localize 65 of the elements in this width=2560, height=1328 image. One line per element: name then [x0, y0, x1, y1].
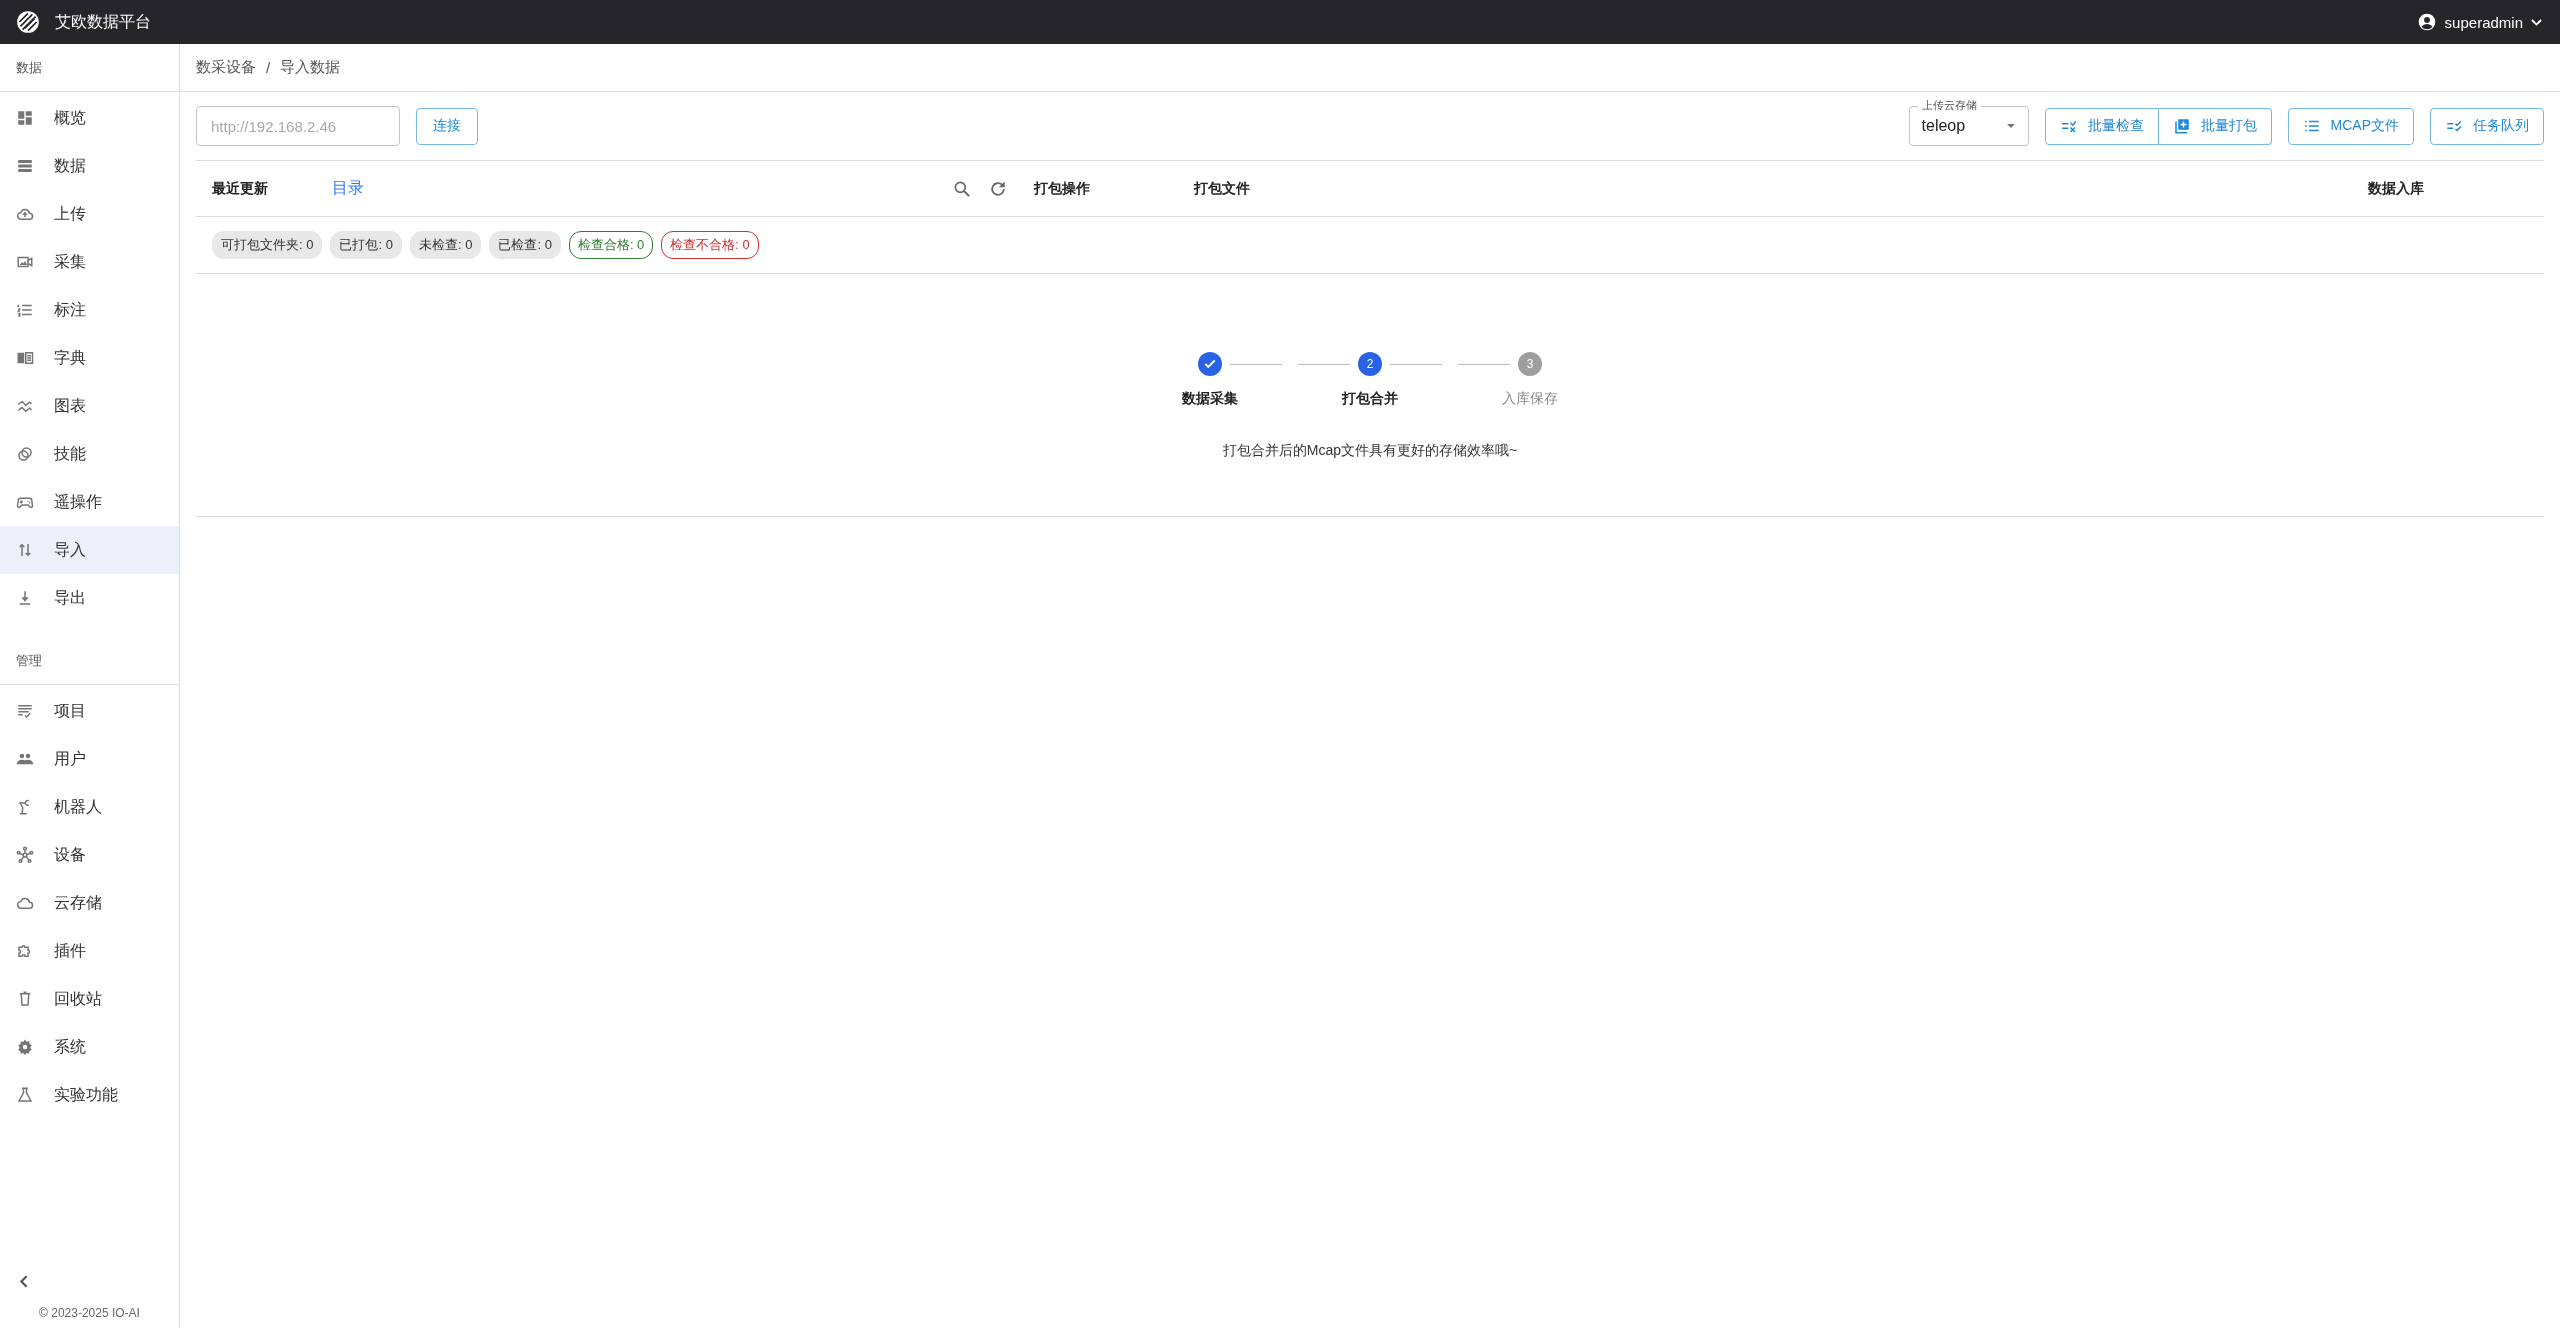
sidebar-item[interactable]: 图表 [0, 382, 179, 430]
breadcrumb-item: 导入数据 [280, 58, 341, 77]
sidebar-item[interactable]: 遥操作 [0, 478, 179, 526]
column-header: 数据入库 [2368, 179, 2425, 198]
sidebar-item[interactable]: 概览 [0, 94, 179, 142]
column-header: 最近更新 [212, 179, 269, 198]
toolbar-button[interactable]: 任务队列 [2430, 107, 2544, 145]
sidebar-item[interactable]: 字典 [0, 334, 179, 382]
hint-text: 打包合并后的Mcap文件具有更好的存储效率哦~ [1222, 442, 1518, 460]
sidebar-item[interactable]: 云存储 [0, 879, 179, 927]
sidebar-item[interactable]: 导出 [0, 574, 179, 622]
sidebar-item[interactable]: 项目 [0, 687, 179, 735]
logo-icon [15, 9, 41, 35]
toolbar-button[interactable]: 批量打包 [2158, 107, 2272, 145]
checklist-icon [16, 702, 34, 720]
connect-button[interactable]: 连接 [416, 107, 478, 145]
step-label: 打包合并 [1342, 390, 1398, 408]
toolbar-button[interactable]: MCAP文件 [2287, 107, 2414, 145]
sidebar-item[interactable]: 导入 [0, 526, 179, 574]
status-chip: 检查合格: 0 [568, 231, 654, 259]
step-label: 数据采集 [1182, 390, 1238, 408]
sidebar-item[interactable]: 采集 [0, 238, 179, 286]
directory-tab[interactable]: 目录 [332, 178, 950, 199]
sidebar-item[interactable]: 插件 [0, 927, 179, 975]
sidebar-item[interactable]: 用户 [0, 735, 179, 783]
toolbar-button[interactable]: 批量检查 [2044, 107, 2159, 145]
section-heading: 数据 [0, 44, 179, 92]
step-label: 入库保存 [1502, 390, 1558, 408]
chevron-left-icon [20, 1275, 28, 1288]
sidebar-item[interactable]: 数据 [0, 142, 179, 190]
copyright-text: © 2023-2025 IO-AI [38, 1306, 141, 1322]
sidebar-item[interactable]: 实验功能 [0, 1071, 179, 1119]
status-chip: 检查不合格: 0 [661, 231, 759, 259]
column-header: 打包操作 [1033, 179, 1091, 198]
status-chip: 已打包: 0 [330, 231, 402, 259]
dashboard-icon [16, 109, 34, 127]
sidebar-item[interactable]: 机器人 [0, 783, 179, 831]
sidebar-item[interactable]: 回收站 [0, 975, 179, 1023]
rings-icon [16, 445, 34, 463]
account-icon [2416, 12, 2437, 32]
breadcrumb-separator: / [266, 59, 271, 76]
breadcrumb-item[interactable]: 数采设备 [196, 58, 256, 77]
sidebar-item[interactable]: 技能 [0, 430, 179, 478]
up-down-arrows-icon [16, 541, 34, 559]
list-icon [16, 157, 34, 175]
status-chip: 未检查: 0 [409, 231, 482, 259]
settings-icon [16, 1038, 34, 1056]
status-chip: 已检查: 0 [489, 231, 561, 259]
flask-icon [16, 1086, 34, 1104]
column-header: 打包文件 [1193, 179, 1251, 198]
address-field[interactable]: http://192.168.2.46 [196, 106, 400, 146]
add-box-icon [2172, 117, 2191, 135]
app-title: 艾欧数据平台 [55, 11, 151, 32]
sidebar-item[interactable]: 系统 [0, 1023, 179, 1071]
sidebar-item[interactable]: 上传 [0, 190, 179, 238]
sidebar-item[interactable]: 设备 [0, 831, 179, 879]
sidebar-item[interactable]: 标注 [0, 286, 179, 334]
user-menu[interactable]: superadmin [2410, 12, 2548, 32]
step-indicator: 3 [1518, 352, 1542, 376]
section-heading: 管理 [0, 637, 179, 685]
book-icon [16, 349, 34, 367]
status-chip: 可打包文件夹: 0 [212, 231, 323, 259]
step-indicator: 2 [1358, 352, 1382, 376]
chevron-down-icon [2531, 18, 2542, 26]
network-nodes-icon [16, 846, 34, 864]
